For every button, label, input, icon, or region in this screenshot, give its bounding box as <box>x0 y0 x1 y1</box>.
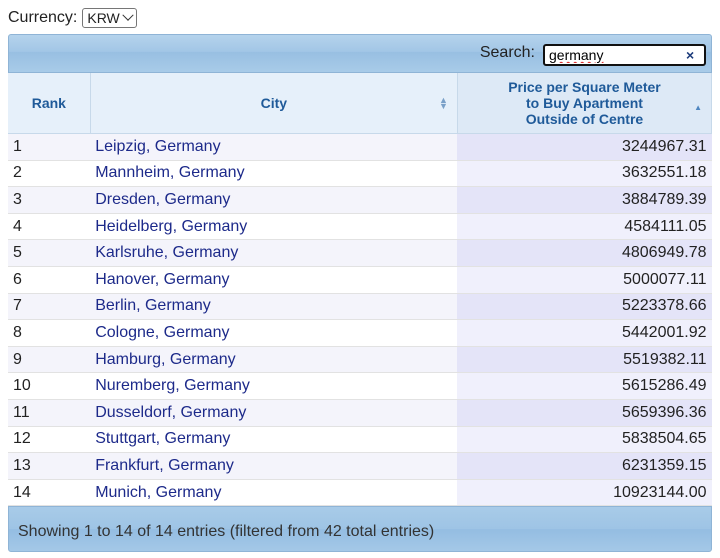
rank-cell: 5 <box>8 239 91 267</box>
table-row: 6 Hanover, Germany 5000077.11 <box>8 266 712 294</box>
column-header-city[interactable]: City ▲ ▼ <box>90 73 458 134</box>
currency-value: KRW <box>87 10 120 26</box>
price-cell: 5000077.11 <box>457 266 712 294</box>
table-row: 12 Stuttgart, Germany 5838504.65 <box>8 426 712 454</box>
table-footer: Showing 1 to 14 of 14 entries (filtered … <box>8 506 712 552</box>
currency-label: Currency: <box>8 9 78 26</box>
price-cell: 5519382.11 <box>457 346 712 374</box>
city-link[interactable]: Munich, Germany <box>90 479 458 507</box>
sort-both-icon: ▲ ▼ <box>439 95 448 111</box>
rank-cell: 6 <box>8 266 91 294</box>
table-row: 9 Hamburg, Germany 5519382.11 <box>8 346 712 374</box>
rank-cell: 9 <box>8 346 91 374</box>
city-link[interactable]: Hamburg, Germany <box>90 346 458 374</box>
column-header-price[interactable]: Price per Square Meter to Buy Apartment … <box>457 73 713 134</box>
column-header-label: Rank <box>31 95 66 111</box>
column-header-rank[interactable]: Rank <box>8 73 91 134</box>
city-link[interactable]: Mannheim, Germany <box>90 160 458 188</box>
price-cell: 4584111.05 <box>457 213 712 241</box>
price-cell: 5442001.92 <box>457 319 712 347</box>
rank-cell: 1 <box>8 133 91 161</box>
entries-info: Showing 1 to 14 of 14 entries (filtered … <box>18 523 435 540</box>
price-cell: 3632551.18 <box>457 160 712 188</box>
clear-search-icon[interactable]: × <box>686 47 694 63</box>
price-cell: 6231359.15 <box>457 452 712 480</box>
sort-asc-icon: ▲ <box>694 103 702 112</box>
rank-cell: 8 <box>8 319 91 347</box>
table-row: 14 Munich, Germany 10923144.00 <box>8 479 712 507</box>
table-row: 10 Nuremberg, Germany 5615286.49 <box>8 372 712 400</box>
city-link[interactable]: Heidelberg, Germany <box>90 213 458 241</box>
rank-cell: 10 <box>8 372 91 400</box>
column-header-label-line: to Buy Apartment <box>525 95 643 111</box>
table-row: 11 Dusseldorf, Germany 5659396.36 <box>8 399 712 427</box>
search-input[interactable] <box>543 44 706 66</box>
chevron-down-icon <box>122 9 134 21</box>
header-row: Rank City ▲ ▼ Price per Square Meter to B… <box>8 73 713 134</box>
price-cell: 4806949.78 <box>457 239 712 267</box>
rank-cell: 12 <box>8 426 91 454</box>
city-link[interactable]: Karlsruhe, Germany <box>90 239 458 267</box>
data-table: Search: × Rank City ▲▼ Price per Square … <box>8 34 713 552</box>
city-link[interactable]: Berlin, Germany <box>90 293 458 321</box>
city-link[interactable]: Hanover, Germany <box>90 266 458 294</box>
price-cell: 10923144.00 <box>457 479 712 507</box>
table-row: 5 Karlsruhe, Germany 4806949.78 <box>8 239 712 267</box>
city-link[interactable]: Stuttgart, Germany <box>90 426 458 454</box>
table-body: 1 Leipzig, Germany 3244967.31 2 Mannheim, Ge… <box>8 133 712 507</box>
table-row: 4 Heidelberg, Germany 4584111.05 <box>8 213 712 241</box>
price-cell: 3244967.31 <box>457 133 712 161</box>
city-link[interactable]: Leipzig, Germany <box>90 133 458 161</box>
city-link[interactable]: Frankfurt, Germany <box>90 452 458 480</box>
city-link[interactable]: Dusseldorf, Germany <box>90 399 458 427</box>
rank-cell: 4 <box>8 213 91 241</box>
rank-cell: 3 <box>8 186 91 214</box>
price-table: Rank City ▲ ▼ Price per Square Meter to B… <box>8 73 713 507</box>
table-row: 8 Cologne, Germany 5442001.92 <box>8 319 712 347</box>
table-row: 1 Leipzig, Germany 3244967.31 <box>8 133 712 161</box>
price-cell: 5615286.49 <box>457 372 712 400</box>
city-link[interactable]: Cologne, Germany <box>90 319 458 347</box>
price-cell: 5838504.65 <box>457 426 712 454</box>
table-row: 13 Frankfurt, Germany 6231359.15 <box>8 452 712 480</box>
rank-cell: 11 <box>8 399 91 427</box>
table-row: 2 Mannheim, Germany 3632551.18 <box>8 160 712 188</box>
table-row: 3 Dresden, Germany 3884789.39 <box>8 186 712 214</box>
column-header-label-line: Price per Square Meter <box>508 79 661 95</box>
rank-cell: 13 <box>8 452 91 480</box>
search-label: Search: <box>479 44 535 61</box>
price-cell: 3884789.39 <box>457 186 712 214</box>
column-header-label-line: Outside of Centre <box>525 111 644 127</box>
city-link[interactable]: Nuremberg, Germany <box>90 372 458 400</box>
currency-control: Currency: KRW <box>8 7 137 29</box>
rank-cell: 7 <box>8 293 91 321</box>
price-cell: 5659396.36 <box>457 399 712 427</box>
currency-select[interactable]: KRW <box>82 8 137 28</box>
table-toolbar: Search: × <box>8 34 712 73</box>
rank-cell: 2 <box>8 160 91 188</box>
table-row: 7 Berlin, Germany 5223378.66 <box>8 293 712 321</box>
city-link[interactable]: Dresden, Germany <box>90 186 458 214</box>
rank-cell: 14 <box>8 479 91 507</box>
column-header-label: City <box>260 95 288 111</box>
price-cell: 5223378.66 <box>457 293 712 321</box>
